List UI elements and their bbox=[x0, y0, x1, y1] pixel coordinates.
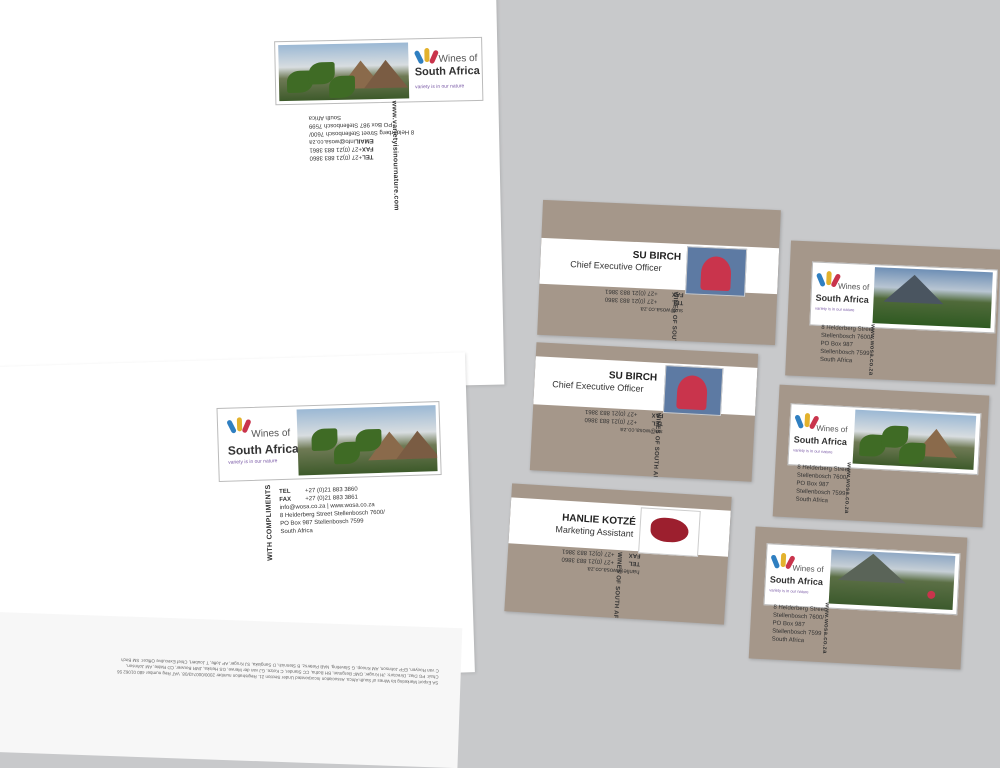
fax-value: +27 (0)21 883 3861 bbox=[605, 287, 658, 296]
wosa-logo: Wines of South Africa variety is in our … bbox=[408, 40, 480, 99]
legal-footer: SA Export Marketing t/a Wines of South A… bbox=[0, 652, 439, 685]
tel-value: +27 (0)21 883 3860 bbox=[309, 153, 363, 161]
card-name: SU BIRCH bbox=[632, 249, 682, 263]
tel-label: TEL bbox=[362, 153, 374, 160]
logo-wines-of: Wines of bbox=[251, 427, 291, 440]
vineyard-mountain-photo bbox=[872, 267, 993, 329]
logo-tagline: variety is in our nature bbox=[793, 447, 833, 455]
letterhead-contact-block: TEL+27 (0)21 883 3860 FAX+27 (0)21 883 3… bbox=[309, 111, 415, 161]
logo-wines-of: Wines of bbox=[837, 281, 870, 292]
business-card-back-3: Wines of South Africa variety is in our … bbox=[748, 526, 968, 670]
vineyard-valley-photo bbox=[828, 549, 956, 610]
logo-south-africa: South Africa bbox=[815, 292, 869, 305]
card-back-strip: Wines of South Africa variety is in our … bbox=[809, 261, 998, 334]
logo-tagline: variety is in our nature bbox=[815, 305, 855, 313]
card-back-address: 8 Helderberg Street Stellenbosch 7600/ P… bbox=[771, 604, 826, 647]
letterhead-sheet: Wines of South Africa variety is in our … bbox=[0, 0, 505, 396]
tel-label: TEL bbox=[671, 298, 684, 306]
wosa-logo: Wines of South Africa variety is in our … bbox=[220, 409, 299, 478]
vineyard-photo bbox=[278, 42, 410, 102]
protea-photo bbox=[662, 365, 724, 417]
compliments-header-strip: Wines of South Africa variety is in our … bbox=[216, 401, 442, 483]
wosa-logo: Wines of South Africa variety is in our … bbox=[790, 406, 856, 464]
fax-label: FAX bbox=[671, 290, 684, 298]
wosa-logo: Wines of South Africa variety is in our … bbox=[766, 546, 832, 604]
compliments-contact-block: TEL +27 (0)21 883 3860 FAX +27 (0)21 883 3… bbox=[279, 485, 386, 536]
tel-value: +27 (0)21 883 3860 bbox=[604, 295, 658, 304]
email-label: EMAIL bbox=[354, 137, 374, 144]
business-card-back-2: Wines of South Africa variety is in our … bbox=[772, 384, 990, 528]
vineyard-photo bbox=[296, 405, 438, 476]
email-value: info@wosa.co.za bbox=[309, 137, 356, 145]
card-vertical-url: www.wosa.co.za bbox=[821, 602, 830, 654]
logo-wines-of: Wines of bbox=[816, 423, 848, 435]
with-compliments-label: WITH COMPLIMENTS bbox=[264, 484, 275, 561]
fax-label: FAX bbox=[361, 145, 374, 152]
card-contact: hanlie@wosa.co.za TEL+27 (0)21 883 3860 … bbox=[561, 547, 641, 576]
business-card-su-birch-2: SU BIRCH Chief Executive Officer su@wosa… bbox=[529, 342, 759, 482]
logo-tagline: variety is in our nature bbox=[228, 458, 278, 466]
business-card-back-1: Wines of South Africa variety is in our … bbox=[785, 240, 1000, 385]
card-back-address: 8 Helderberg Street Stellenbosch 7600/ P… bbox=[795, 464, 849, 507]
logo-tagline: variety is in our nature bbox=[415, 83, 465, 91]
business-card-su-birch: SU BIRCH Chief Executive Officer su@wosa… bbox=[537, 199, 781, 346]
fax-value: +27 (0)21 883 3861 bbox=[309, 145, 362, 153]
logo-south-africa: South Africa bbox=[227, 441, 299, 458]
card-contact: su@wosa.co.za TEL+27 (0)21 883 3860 FAX+… bbox=[584, 407, 664, 435]
card-vertical-url: www.wosa.co.za bbox=[867, 323, 876, 376]
logo-tagline: variety is in our nature bbox=[769, 587, 809, 595]
logo-south-africa: South Africa bbox=[793, 434, 848, 448]
wosa-logo: Wines of South Africa variety is in our … bbox=[812, 264, 875, 324]
protea-photo bbox=[685, 246, 748, 297]
letterhead-header-strip: Wines of South Africa variety is in our … bbox=[274, 36, 484, 106]
logo-wines-of: Wines of bbox=[792, 563, 824, 575]
logo-south-africa: South Africa bbox=[414, 64, 480, 79]
letterhead-bottom-sheet: SA Export Marketing t/a Wines of South A… bbox=[0, 611, 463, 768]
fax-value: +27 (0)21 883 3861 bbox=[584, 407, 638, 417]
logo-south-africa: South Africa bbox=[769, 574, 824, 588]
logo-wines-of: Wines of bbox=[438, 53, 478, 65]
card-vertical-url: www.wosa.co.za bbox=[842, 462, 852, 514]
business-card-hanlie-kotze: HANLIE KOTZÉ Marketing Assistant hanlie@… bbox=[504, 483, 732, 625]
vineyard-photo bbox=[852, 409, 977, 470]
card-back-address: 8 Helderberg Street Stellenbosch 7600/ P… bbox=[820, 324, 874, 366]
wine-splash-photo bbox=[638, 507, 701, 557]
